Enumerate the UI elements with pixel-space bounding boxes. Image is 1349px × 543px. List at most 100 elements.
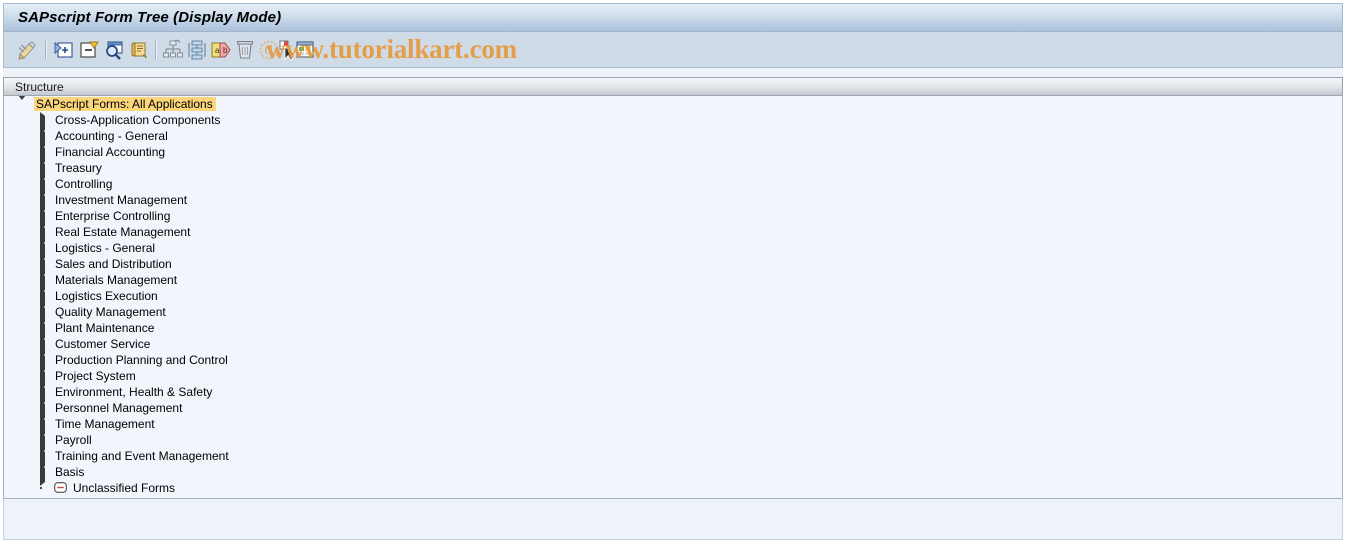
chevron-right-icon[interactable]: [39, 128, 48, 150]
toolbar: a b C: [3, 32, 1343, 68]
tree-node-label: Plant Maintenance: [55, 321, 155, 335]
tree-row[interactable]: Logistics - General: [4, 240, 1342, 262]
tree-node-label: Materials Management: [55, 273, 178, 287]
compare-button[interactable]: a b: [210, 39, 232, 61]
tree-node-label: Controlling: [55, 177, 113, 191]
chevron-right-icon[interactable]: [39, 400, 48, 422]
tree-row[interactable]: Enterprise Controlling: [4, 208, 1342, 230]
tree-row[interactable]: Project System: [4, 368, 1342, 390]
expand-node-button[interactable]: [53, 39, 75, 61]
tree-row[interactable]: Investment Management: [4, 192, 1342, 214]
tree-node-label: Production Planning and Control: [55, 353, 228, 367]
tree-row[interactable]: Sales and Distribution: [4, 256, 1342, 278]
collapse-minus-icon: [80, 41, 99, 58]
magnifier-icon: [106, 41, 123, 60]
title-bar: SAPscript Form Tree (Display Mode): [3, 3, 1343, 32]
chevron-right-icon[interactable]: [39, 448, 48, 470]
tree-node-label: Logistics - General: [55, 241, 156, 255]
tree-row[interactable]: Logistics Execution: [4, 288, 1342, 310]
tree-node-label: Customer Service: [55, 337, 151, 351]
form-button[interactable]: [128, 39, 150, 61]
tree-node-label: Basis: [55, 465, 85, 479]
tree-row[interactable]: Basis: [4, 464, 1342, 486]
tree-row[interactable]: Training and Event Management: [4, 448, 1342, 470]
footer-area: [3, 499, 1343, 540]
structure-column-header-label: Structure: [15, 80, 64, 94]
collapse-node-button[interactable]: [78, 39, 100, 61]
tree-row[interactable]: Controlling: [4, 176, 1342, 198]
tree-node-label: Project System: [55, 369, 136, 383]
toolbar-separator-1: [45, 41, 47, 59]
tree-row[interactable]: Cross-Application Components: [4, 112, 1342, 134]
svg-text:a: a: [215, 46, 220, 55]
chevron-right-icon[interactable]: [39, 352, 48, 374]
tree-node-label: Personnel Management: [55, 401, 183, 415]
list-window-icon: [296, 41, 314, 58]
tree-node-label: Payroll: [55, 433, 92, 447]
compare-ab-icon: a b: [211, 42, 231, 58]
pencil-icon: [18, 41, 36, 60]
chevron-right-icon[interactable]: [39, 288, 48, 310]
chevron-right-icon[interactable]: [39, 192, 48, 214]
structure-button[interactable]: [186, 39, 208, 61]
expand-plus-icon: [54, 41, 73, 58]
tree-row[interactable]: Payroll: [4, 432, 1342, 454]
chevron-right-icon[interactable]: [39, 368, 48, 390]
tree-node-label-unclassified-forms: Unclassified Forms: [73, 481, 176, 495]
tree-node-label: Real Estate Management: [55, 225, 191, 239]
structure-column-header[interactable]: Structure: [3, 77, 1343, 96]
chevron-right-icon[interactable]: [39, 304, 48, 326]
chevron-right-icon[interactable]: [39, 160, 48, 182]
tree-node-label: Quality Management: [55, 305, 166, 319]
tree-row[interactable]: Plant Maintenance: [4, 320, 1342, 342]
chevron-right-icon[interactable]: [39, 208, 48, 230]
tree-row[interactable]: Production Planning and Control: [4, 352, 1342, 374]
tree-node-label: Investment Management: [55, 193, 188, 207]
list-button[interactable]: [294, 39, 316, 61]
chevron-right-icon[interactable]: [39, 432, 48, 454]
tree-node-label-root: SAPscript Forms: All Applications: [34, 97, 216, 111]
tree-row[interactable]: Materials Management: [4, 272, 1342, 294]
tree-node-label: Enterprise Controlling: [55, 209, 171, 223]
chevron-right-icon[interactable]: [39, 416, 48, 438]
toolbar-separator-2: [155, 41, 157, 59]
hierarchy-button[interactable]: [162, 39, 184, 61]
trash-icon: [237, 41, 253, 59]
tree-row[interactable]: Financial Accounting: [4, 144, 1342, 166]
chevron-right-icon[interactable]: [39, 272, 48, 294]
chevron-right-icon[interactable]: [39, 112, 48, 134]
tree-row[interactable]: Treasury: [4, 160, 1342, 182]
scroll-form-icon: [131, 42, 147, 59]
tree-node-label: Environment, Health & Safety: [55, 385, 213, 399]
tree-row[interactable]: Accounting - General: [4, 128, 1342, 150]
tree-row-unclassified-forms[interactable]: Unclassified Forms: [4, 480, 1342, 496]
chevron-right-icon[interactable]: [39, 144, 48, 166]
delete-button[interactable]: [234, 39, 256, 61]
tree-row[interactable]: Environment, Health & Safety: [4, 384, 1342, 406]
chevron-right-icon[interactable]: [39, 240, 48, 262]
tree-row-root[interactable]: SAPscript Forms: All Applications: [4, 96, 1342, 114]
tree-node-label: Accounting - General: [55, 129, 168, 143]
display-change-button[interactable]: [16, 39, 38, 61]
tree-node-label: Treasury: [55, 161, 102, 175]
chevron-right-icon[interactable]: [39, 336, 48, 358]
svg-text:b: b: [223, 46, 228, 55]
tree-row[interactable]: Customer Service: [4, 336, 1342, 358]
tree-node-label: Logistics Execution: [55, 289, 158, 303]
chevron-right-icon[interactable]: [39, 176, 48, 198]
chevron-right-icon[interactable]: [39, 320, 48, 342]
tree-row[interactable]: Real Estate Management: [4, 224, 1342, 246]
chevron-right-icon[interactable]: [39, 384, 48, 406]
tree-row[interactable]: Time Management: [4, 416, 1342, 438]
tree-row[interactable]: Quality Management: [4, 304, 1342, 326]
chevron-right-icon[interactable]: [39, 464, 48, 486]
tree-row[interactable]: Personnel Management: [4, 400, 1342, 422]
chevron-right-icon[interactable]: [39, 256, 48, 278]
find-button[interactable]: [103, 39, 125, 61]
tree-node-label: Cross-Application Components: [55, 113, 221, 127]
minus-box-icon[interactable]: [54, 482, 67, 493]
tree-node-label: Training and Event Management: [55, 449, 229, 463]
hierarchy-icon: [163, 39, 183, 58]
chevron-right-icon[interactable]: [39, 224, 48, 246]
chevron-down-icon[interactable]: [18, 96, 27, 114]
